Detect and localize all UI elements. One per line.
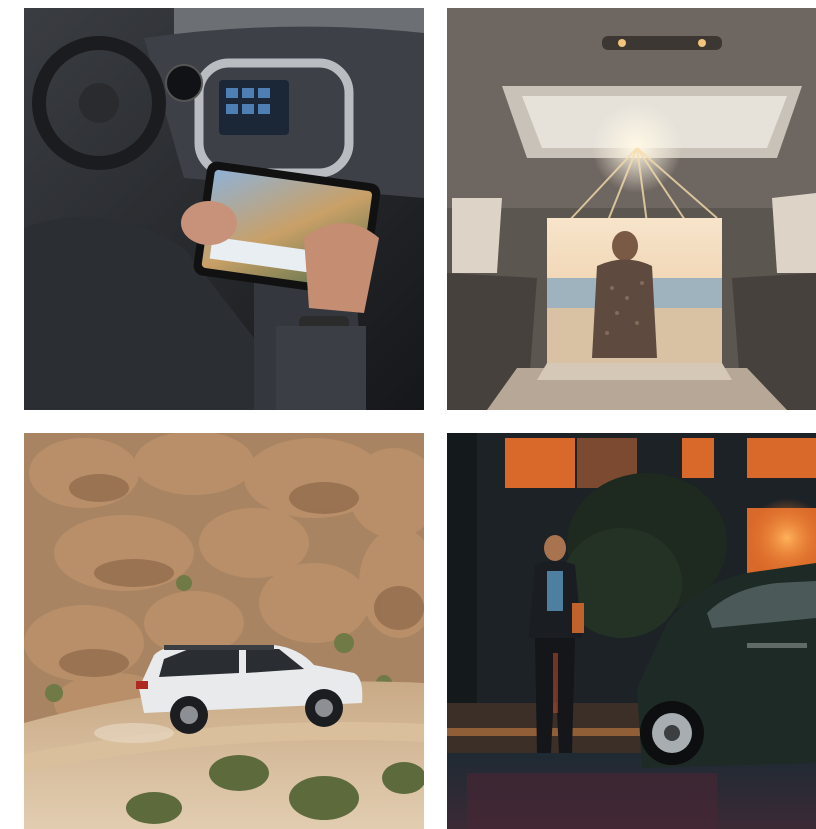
photo-night-suv bbox=[447, 433, 816, 829]
photo-cargo-beach-sunset-image bbox=[447, 8, 816, 410]
photo-night-suv-image bbox=[447, 433, 816, 829]
photo-desert-suv bbox=[24, 433, 424, 829]
photo-tablet-interior bbox=[24, 8, 424, 410]
photo-cargo-beach-sunset bbox=[447, 8, 816, 410]
photo-desert-suv-image bbox=[24, 433, 424, 829]
photo-tablet-interior-image bbox=[24, 8, 424, 410]
